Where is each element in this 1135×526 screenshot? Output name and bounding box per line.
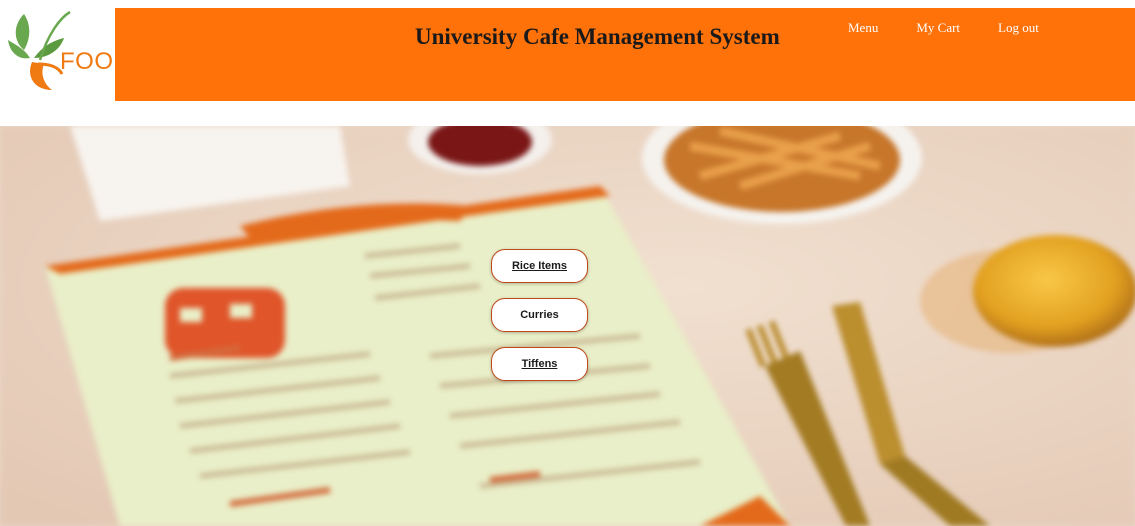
tiffens-label: Tiffens <box>521 358 558 370</box>
page-title: University Cafe Management System <box>415 24 780 49</box>
food-logo: FOOD <box>4 4 131 106</box>
tiffens-button[interactable]: Tiffens <box>491 347 588 381</box>
rice-items-button[interactable]: Rice Items <box>491 249 588 283</box>
header-bar: University Cafe Management System Menu M… <box>115 8 1135 101</box>
curries-label: Curries <box>520 309 559 321</box>
nav-link-my-cart[interactable]: My Cart <box>916 20 960 36</box>
curries-button[interactable]: Curries <box>491 298 588 332</box>
hero-background: Rice Items Curries Tiffens <box>0 126 1135 526</box>
main-nav: Menu My Cart Log out <box>848 20 1077 36</box>
nav-link-menu[interactable]: Menu <box>848 20 878 36</box>
nav-link-log-out[interactable]: Log out <box>998 20 1039 36</box>
rice-items-label: Rice Items <box>511 260 568 272</box>
